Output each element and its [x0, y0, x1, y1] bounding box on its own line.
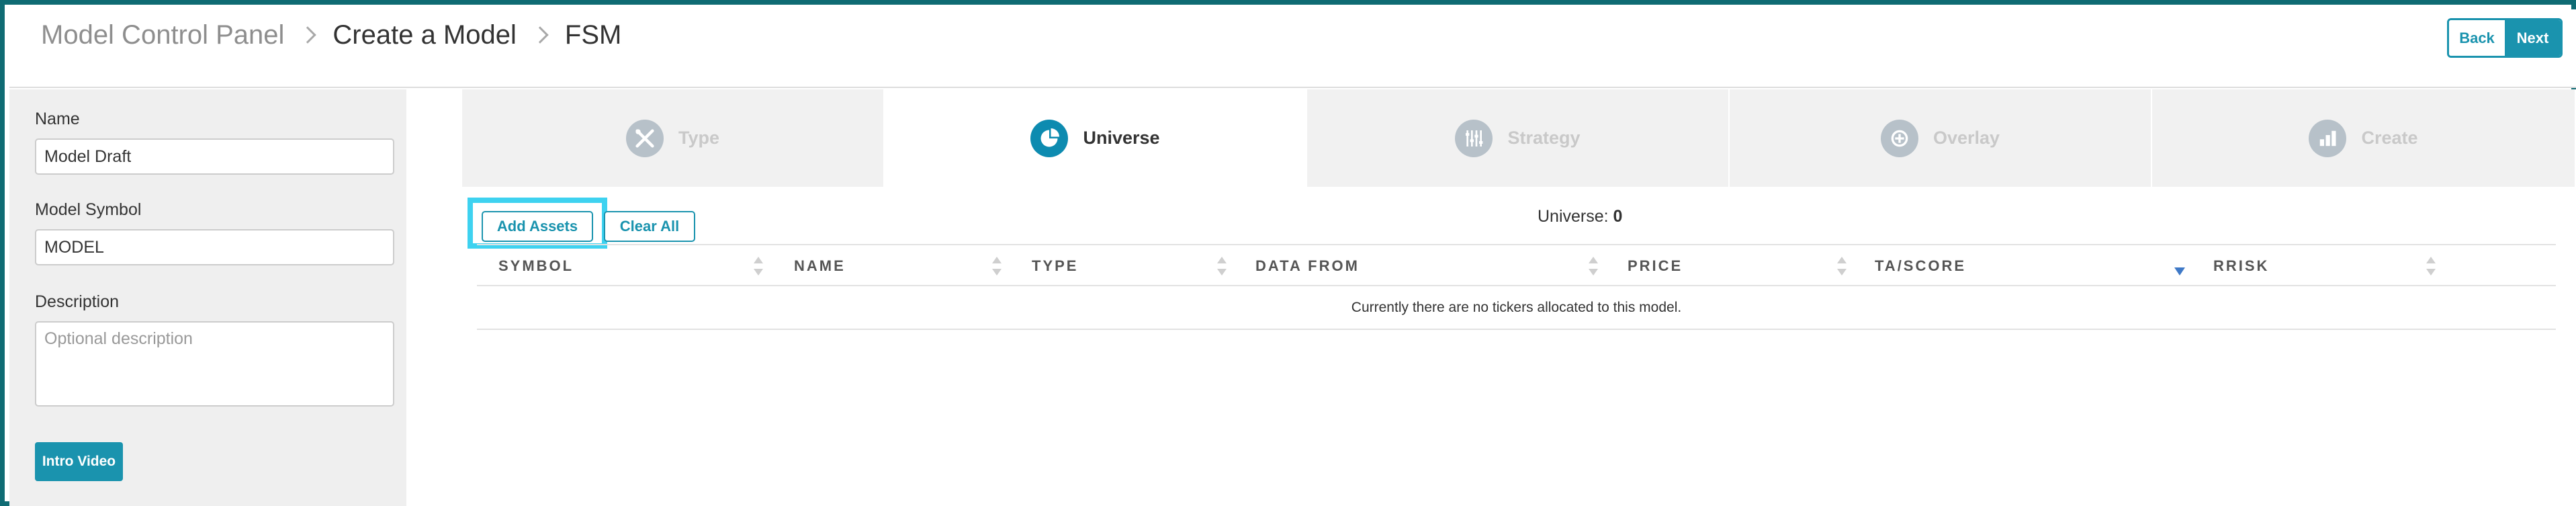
- description-label: Description: [35, 292, 120, 311]
- universe-count-value: 0: [1613, 207, 1623, 226]
- breadcrumb-create-a-model[interactable]: Create a Model: [332, 20, 516, 50]
- column-type[interactable]: TYPE: [1032, 245, 1078, 286]
- intro-video-button[interactable]: Intro Video: [35, 442, 123, 481]
- tab-overlay[interactable]: Overlay: [1730, 89, 2152, 187]
- tab-create-label: Create: [2361, 128, 2418, 148]
- table-header: SYMBOL NAME TYPE DATA FROM PRICE TA/SCOR…: [477, 244, 2556, 286]
- assets-table: SYMBOL NAME TYPE DATA FROM PRICE TA/SCOR…: [477, 244, 2556, 330]
- universe-count: Universe: 0: [1538, 207, 1622, 226]
- name-input[interactable]: Model Draft: [35, 138, 394, 175]
- column-data-from[interactable]: DATA FROM: [1255, 245, 1360, 286]
- pie-chart-icon: [1030, 119, 1069, 157]
- main-content: Type Universe Strategy Overlay Create Ad…: [406, 89, 2576, 506]
- wizard-steps: Type Universe Strategy Overlay Create: [462, 89, 2576, 187]
- empty-table-message: Currently there are no tickers allocated…: [477, 286, 2556, 330]
- page-header: Model Control Panel Create a Model FSM B…: [9, 9, 2576, 88]
- tab-type[interactable]: Type: [462, 89, 885, 187]
- universe-toolbar: Add Assets Clear All Universe: 0: [406, 187, 2576, 249]
- tab-universe-label: Universe: [1083, 128, 1160, 148]
- tools-icon: [625, 119, 664, 157]
- back-button[interactable]: Back: [2449, 20, 2505, 56]
- column-rrisk[interactable]: RRISK: [2213, 245, 2269, 286]
- tab-create[interactable]: Create: [2152, 89, 2575, 187]
- model-symbol-input[interactable]: MODEL: [35, 229, 394, 265]
- description-textarea[interactable]: Optional description: [35, 321, 394, 407]
- column-price[interactable]: PRICE: [1628, 245, 1683, 286]
- tab-strategy-label: Strategy: [1507, 128, 1581, 148]
- bar-chart-icon: [2309, 119, 2347, 157]
- chevron-right-icon: [531, 26, 549, 44]
- app-window: Model Control Panel Create a Model FSM B…: [0, 0, 2576, 506]
- column-name[interactable]: NAME: [794, 245, 846, 286]
- sort-icon[interactable]: [992, 257, 1002, 276]
- breadcrumb-fsm: FSM: [564, 19, 622, 50]
- add-assets-button[interactable]: Add Assets: [482, 211, 593, 242]
- chevron-right-icon: [299, 26, 317, 44]
- sort-desc-icon[interactable]: [2174, 267, 2185, 276]
- next-button[interactable]: Next: [2505, 20, 2561, 56]
- sort-icon[interactable]: [2426, 257, 2436, 276]
- column-ta-score[interactable]: TA/SCORE: [1875, 245, 1966, 286]
- sort-icon[interactable]: [754, 257, 763, 276]
- tab-type-label: Type: [678, 128, 719, 148]
- name-label: Name: [35, 110, 80, 128]
- tab-strategy[interactable]: Strategy: [1307, 89, 1730, 187]
- universe-count-label: Universe:: [1538, 207, 1609, 226]
- layers-icon: [1880, 119, 1918, 157]
- sort-icon[interactable]: [1217, 257, 1227, 276]
- breadcrumb-model-control-panel[interactable]: Model Control Panel: [41, 20, 284, 50]
- sliders-icon: [1455, 119, 1493, 157]
- tab-universe[interactable]: Universe: [885, 89, 1307, 187]
- sort-icon[interactable]: [1837, 257, 1847, 276]
- model-details-sidebar: Name Model Draft Model Symbol MODEL Desc…: [9, 89, 406, 506]
- tab-overlay-label: Overlay: [1933, 128, 2000, 148]
- clear-all-button[interactable]: Clear All: [604, 211, 695, 242]
- nav-button-group: Back Next: [2447, 18, 2563, 58]
- model-symbol-label: Model Symbol: [35, 200, 142, 219]
- sort-icon[interactable]: [1589, 257, 1598, 276]
- breadcrumb: Model Control Panel Create a Model FSM: [41, 15, 621, 55]
- column-symbol[interactable]: SYMBOL: [498, 245, 574, 286]
